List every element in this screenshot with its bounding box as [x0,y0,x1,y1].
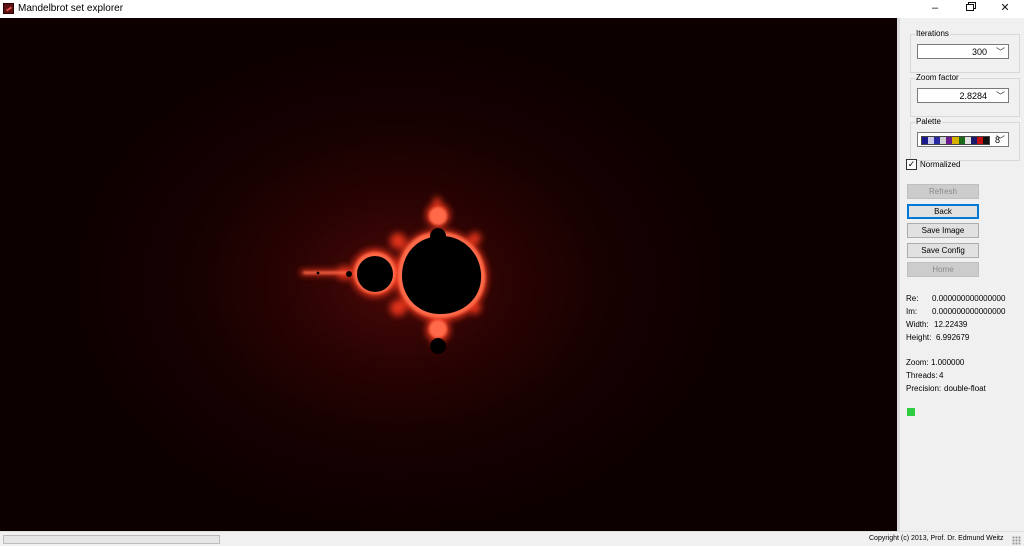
threads-value: 4 [939,371,944,380]
im-value: 0.000000000000000 [932,307,1006,316]
title-bar: Mandelbrot set explorer – ✕ [0,0,1024,18]
palette-stripe [982,137,990,144]
window-title: Mandelbrot set explorer [18,3,124,14]
re-label: Re: [906,294,919,303]
zoom-factor-label: Zoom factor [915,73,960,82]
zoom-factor-value: 2.8284 [959,91,987,101]
fractal-canvas[interactable] [0,18,897,531]
iterations-group: Iterations 300 ﹀ [910,29,1020,73]
minimize-button[interactable]: – [920,0,950,18]
zoom-label: Zoom: [906,358,929,367]
zoom-value: 1.000000 [931,358,965,367]
restore-icon [966,4,974,11]
palette-label: Palette [915,117,942,126]
close-button[interactable]: ✕ [990,0,1020,18]
chevron-down-icon: ﹀ [995,135,1005,145]
re-readout: Re: 0.000000000000000 [906,293,1005,304]
status-bar: Copyright (c) 2013, Prof. Dr. Edmund Wei… [0,531,1024,546]
chevron-down-icon: ﹀ [995,91,1005,101]
re-value: 0.000000000000000 [932,294,1006,303]
threads-readout: Threads:4 [906,370,943,381]
normalized-label: Normalized [920,159,961,169]
save-config-button[interactable]: Save Config [907,243,979,258]
width-readout: Width: 12.22439 [906,319,967,330]
refresh-button[interactable]: Refresh [907,184,979,199]
im-readout: Im: 0.000000000000000 [906,306,1005,317]
threads-label: Threads: [906,371,938,380]
precision-label: Precision: [906,384,942,393]
restore-button[interactable] [955,0,985,18]
palette-group: Palette 8 ﹀ [910,117,1020,161]
zoom-readout: Zoom: 1.000000 [906,357,964,368]
save-image-button[interactable]: Save Image [907,223,979,238]
palette-select[interactable]: 8 ﹀ [917,132,1009,147]
iterations-value: 300 [971,47,987,57]
im-label: Im: [906,307,918,316]
chevron-down-icon: ﹀ [995,47,1005,57]
status-indicator-icon [907,408,915,416]
precision-readout: Precision: double-float [906,383,986,394]
precision-value: double-float [944,384,986,393]
normalized-checkbox[interactable]: ✓ [906,158,917,170]
palette-swatch [921,136,990,145]
width-value: 12.22439 [934,320,968,329]
mandelbrot-render [300,197,488,354]
zoom-factor-group: Zoom factor 2.8284 ﹀ [910,73,1020,117]
iterations-label: Iterations [915,29,950,38]
mandelbrot-app-icon[interactable] [3,3,14,14]
normalized-checkbox-row[interactable]: ✓ Normalized [906,158,960,170]
width-label: Width: [906,320,929,329]
back-button[interactable]: Back [907,204,979,219]
height-label: Height: [906,333,932,342]
height-value: 6.992679 [936,333,970,342]
control-panel: Iterations 300 ﹀ Zoom factor 2.8284 ﹀ Pa… [897,18,1024,531]
height-readout: Height: 6.992679 [906,332,969,343]
iterations-select[interactable]: 300 ﹀ [917,44,1009,59]
home-button[interactable]: Home [907,262,979,277]
progress-bar [3,535,220,544]
copyright-text: Copyright (c) 2013, Prof. Dr. Edmund Wei… [869,535,1004,542]
resize-grip-icon[interactable] [1012,536,1021,545]
zoom-factor-select[interactable]: 2.8284 ﹀ [917,88,1009,103]
